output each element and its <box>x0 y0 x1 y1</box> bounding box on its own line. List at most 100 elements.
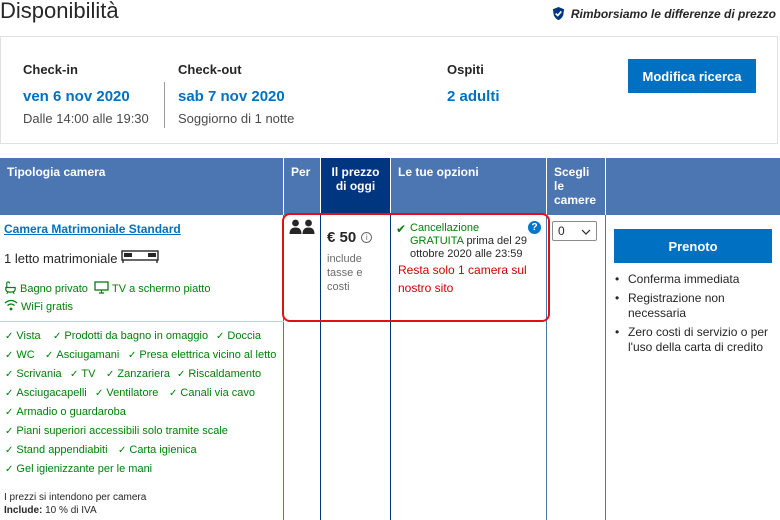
feature-item: ✓ Stand appendiabiti <box>5 444 108 456</box>
check-icon: ✓ <box>5 387 14 399</box>
column-divider <box>605 215 606 520</box>
benefit-item: Zero costi di servizio o per l'uso della… <box>614 325 774 355</box>
header-choose-line3: camere <box>554 193 597 207</box>
checkin-time: Dalle 14:00 alle 19:30 <box>23 111 149 126</box>
feature-label: Gel igienizzante per le mani <box>16 463 153 475</box>
checkout-date[interactable]: sab 7 nov 2020 <box>178 88 294 105</box>
header-choose-line2: le <box>554 179 565 193</box>
feature-item: ✓ Canali via cavo <box>169 387 255 399</box>
check-icon: ✓ <box>216 330 225 342</box>
page-title: Disponibilità <box>0 0 119 23</box>
feature-label: Scrivania <box>16 368 62 380</box>
divider <box>164 82 165 128</box>
tv-icon <box>94 281 109 297</box>
header-choose: Scegli le camere <box>547 158 605 215</box>
header-room-type-label: Tipologia camera <box>7 165 106 179</box>
feature-label: Armadio o guardaroba <box>16 406 126 418</box>
header-choose-label: Scegli le camere <box>547 158 605 214</box>
amenity-wifi: WiFi gratis <box>4 299 73 314</box>
feature-label: Presa elettrica vicino al letto <box>139 349 277 361</box>
bed-info: 1 letto matrimoniale <box>4 250 160 267</box>
feature-item: ✓ Zanzariera <box>106 368 170 380</box>
feature-item: ✓ Asciugamani <box>45 349 119 361</box>
feature-item: ✓ Vista <box>5 330 41 342</box>
amenity-flat-tv: TV a schermo piatto <box>94 281 210 297</box>
room-quantity-select[interactable]: 0 <box>552 221 597 241</box>
bed-label: 1 letto matrimoniale <box>4 251 118 266</box>
feature-label: WC <box>16 349 35 361</box>
check-icon: ✓ <box>5 406 14 418</box>
feature-item: ✓ Gel igienizzante per le mani <box>5 463 152 475</box>
header-options-label: Le tue opzioni <box>398 165 479 179</box>
checkout-block[interactable]: Check-out sab 7 nov 2020 Soggiorno di 1 … <box>178 62 294 126</box>
price-match-text: Rimborsiamo le differenze di prezzo <box>570 6 776 21</box>
feature-label: Asciugamani <box>56 349 120 361</box>
header-choose-line1: Scegli <box>554 165 590 179</box>
header-per-label: Per <box>291 165 311 179</box>
feature-label: Carta igienica <box>129 444 197 456</box>
feature-item: ✓ Ventilatore <box>95 387 158 399</box>
feature-label: Doccia <box>227 330 262 342</box>
amenity-label: TV a schermo piatto <box>112 283 211 295</box>
guests-value[interactable]: 2 adulti <box>447 88 500 105</box>
divider <box>0 321 284 322</box>
checkin-label: Check-in <box>23 62 78 77</box>
header-price-line1: Il prezzo <box>331 165 380 179</box>
check-icon: ✓ <box>5 444 14 456</box>
check-icon: ✓ <box>53 330 62 342</box>
header-per: Per <box>284 158 320 215</box>
feature-item: ✓ Asciugacapelli <box>5 387 87 399</box>
modify-search-button[interactable]: Modifica ricerca <box>628 59 756 93</box>
amenity-label: Bagno privato <box>20 283 88 295</box>
check-icon: ✓ <box>5 425 14 437</box>
checkin-block[interactable]: Check-in ven 6 nov 2020 Dalle 14:00 alle… <box>23 62 149 126</box>
feature-label: Zanzariera <box>117 368 170 380</box>
check-icon: ✓ <box>70 368 79 380</box>
feature-item: ✓ TV <box>70 368 95 380</box>
feature-item: ✓ WC <box>5 349 35 361</box>
check-icon: ✓ <box>5 330 14 342</box>
benefit-item: Registrazione non necessaria <box>614 291 774 321</box>
checkin-date[interactable]: ven 6 nov 2020 <box>23 88 149 105</box>
header-price-label: Il prezzo di oggi <box>321 158 390 200</box>
feature-label: TV <box>81 368 96 380</box>
room-quantity-value: 0 <box>558 224 565 238</box>
highlight-box <box>282 213 550 322</box>
check-icon: ✓ <box>45 349 54 361</box>
feature-item: ✓ Piani superiori accessibili solo tramit… <box>5 425 228 437</box>
check-icon: ✓ <box>95 387 104 399</box>
feature-item: ✓ Armadio o guardaroba <box>5 406 126 418</box>
feature-label: Riscaldamento <box>188 368 262 380</box>
wifi-icon <box>4 299 18 314</box>
check-icon: ✓ <box>5 463 14 475</box>
guests-block[interactable]: Ospiti 2 adulti <box>447 62 500 105</box>
tax-note-value: 10 % di IVA <box>45 505 97 516</box>
feature-item: ✓ Presa elettrica vicino al letto <box>128 349 276 361</box>
benefit-item: Conferma immediata <box>614 272 774 287</box>
check-icon: ✓ <box>5 349 14 361</box>
feature-label: Ventilatore <box>106 387 159 399</box>
check-icon: ✓ <box>106 368 115 380</box>
checkout-label: Check-out <box>178 62 242 77</box>
chevron-down-icon <box>581 224 591 238</box>
check-icon: ✓ <box>169 387 178 399</box>
feature-item: ✓ Riscaldamento <box>177 368 261 380</box>
shield-check-icon <box>551 6 566 21</box>
header-price: Il prezzo di oggi <box>321 158 390 215</box>
room-name-link[interactable]: Camera Matrimoniale Standard <box>4 222 181 236</box>
feature-label: Prodotti da bagno in omaggio <box>64 330 209 342</box>
check-icon: ✓ <box>118 444 127 456</box>
feature-item: ✓ Prodotti da bagno in omaggio <box>53 330 208 342</box>
tax-note: Include: 10 % di IVA <box>4 505 97 516</box>
feature-label: Vista <box>16 330 41 342</box>
price-match-banner[interactable]: Rimborsiamo le differenze di prezzo <box>551 6 776 21</box>
header-options: Le tue opzioni <box>391 158 546 215</box>
bath-icon <box>4 281 17 297</box>
bed-icon <box>121 250 160 267</box>
feature-item: ✓ Carta igienica <box>118 444 197 456</box>
feature-label: Piani superiori accessibili solo tramite… <box>16 425 228 437</box>
benefits-list: Conferma immediata Registrazione non nec… <box>614 272 774 359</box>
amenity-private-bath: Bagno privato <box>4 281 88 297</box>
book-button[interactable]: Prenoto <box>614 229 772 263</box>
stay-length: Soggiorno di 1 notte <box>178 111 295 126</box>
